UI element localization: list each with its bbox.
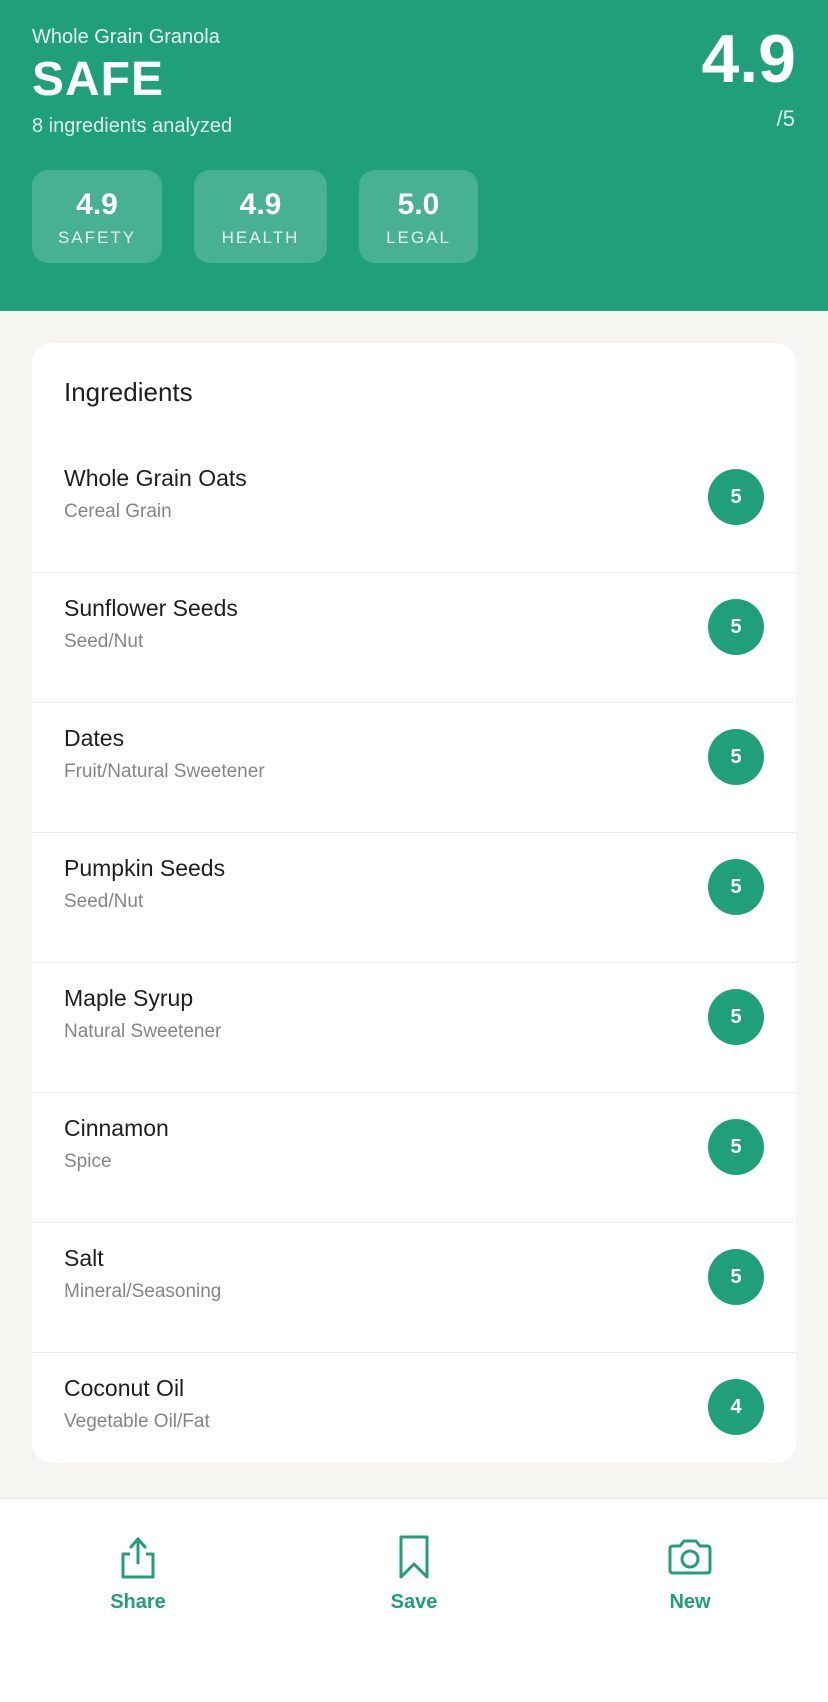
ingredient-name: Whole Grain Oats (64, 465, 247, 491)
product-name: Whole Grain Granola (32, 26, 220, 48)
ingredient-row[interactable]: Sunflower Seeds Seed/Nut 5 (32, 573, 796, 703)
share-button[interactable]: Share (58, 1533, 218, 1614)
safety-score-value: 4.9 (76, 188, 118, 221)
ingredient-score-badge: 4 (708, 1379, 764, 1435)
camera-icon (668, 1539, 712, 1575)
ingredient-name: Coconut Oil (64, 1375, 185, 1401)
ingredient-score-badge: 5 (708, 1249, 764, 1305)
ingredient-score-badge: 5 (708, 859, 764, 915)
ingredient-score-badge: 5 (708, 599, 764, 655)
ingredient-category: Vegetable Oil/Fat (64, 1411, 210, 1432)
ingredient-row[interactable]: Whole Grain Oats Cereal Grain 5 (32, 443, 796, 573)
ingredient-row[interactable]: Dates Fruit/Natural Sweetener 5 (32, 703, 796, 833)
legal-score-label: LEGAL (386, 228, 451, 247)
ingredients-card-title: Ingredients (64, 377, 193, 407)
ingredient-name: Sunflower Seeds (64, 595, 238, 621)
result-header: Whole Grain Granola SAFE 8 ingredients a… (0, 0, 828, 311)
overall-score: 4.9 (701, 21, 796, 97)
bottom-action-bar: Share Save New (0, 1498, 828, 1702)
legal-score-chip: 5.0 LEGAL (359, 170, 478, 263)
health-score-value: 4.9 (239, 188, 282, 221)
bookmark-icon (399, 1535, 429, 1579)
legal-score-value: 5.0 (397, 188, 440, 221)
ingredient-score-badge: 5 (708, 469, 764, 525)
ingredient-name: Pumpkin Seeds (64, 855, 226, 881)
ingredient-row[interactable]: Cinnamon Spice 5 (32, 1093, 796, 1223)
ingredients-list: Whole Grain Oats Cereal Grain 5 Sunflowe… (32, 443, 796, 1463)
share-label: Share (110, 1591, 166, 1613)
health-score-label: HEALTH (221, 228, 300, 247)
ingredient-category: Natural Sweetener (64, 1021, 222, 1042)
save-button[interactable]: Save (334, 1533, 494, 1614)
ingredient-category: Fruit/Natural Sweetener (64, 761, 265, 782)
ingredient-row[interactable]: Maple Syrup Natural Sweetener 5 (32, 963, 796, 1093)
ingredient-row[interactable]: Pumpkin Seeds Seed/Nut 5 (32, 833, 796, 963)
ingredient-category: Seed/Nut (64, 631, 144, 652)
ingredient-category: Cereal Grain (64, 501, 172, 522)
overall-score-max: /5 (776, 106, 795, 131)
ingredient-name: Maple Syrup (64, 985, 194, 1011)
new-label: New (669, 1591, 711, 1613)
safety-score-chip: 4.9 SAFETY (32, 170, 162, 263)
ingredient-name: Salt (64, 1245, 104, 1271)
ingredient-score-badge: 5 (708, 1119, 764, 1175)
ingredient-name: Cinnamon (64, 1115, 169, 1141)
ingredient-row[interactable]: Coconut Oil Vegetable Oil/Fat 4 (32, 1353, 796, 1463)
health-score-chip: 4.9 HEALTH (194, 170, 327, 263)
safety-score-label: SAFETY (57, 228, 137, 247)
ingredient-name: Dates (64, 725, 125, 751)
new-scan-button[interactable]: New (610, 1533, 770, 1614)
ingredient-row[interactable]: Salt Mineral/Seasoning 5 (32, 1223, 796, 1353)
ingredients-analyzed-count: 8 ingredients analyzed (32, 115, 233, 137)
ingredient-score-badge: 5 (708, 989, 764, 1045)
ingredients-card: Ingredients Whole Grain Oats Cereal Grai… (32, 343, 796, 1463)
ingredient-score-badge: 5 (708, 729, 764, 785)
save-label: Save (390, 1591, 438, 1613)
ingredient-category: Mineral/Seasoning (64, 1281, 222, 1302)
ingredient-category: Spice (64, 1151, 112, 1172)
ingredient-category: Seed/Nut (64, 891, 144, 912)
verdict-label: SAFE (32, 53, 165, 106)
share-icon (121, 1537, 155, 1579)
